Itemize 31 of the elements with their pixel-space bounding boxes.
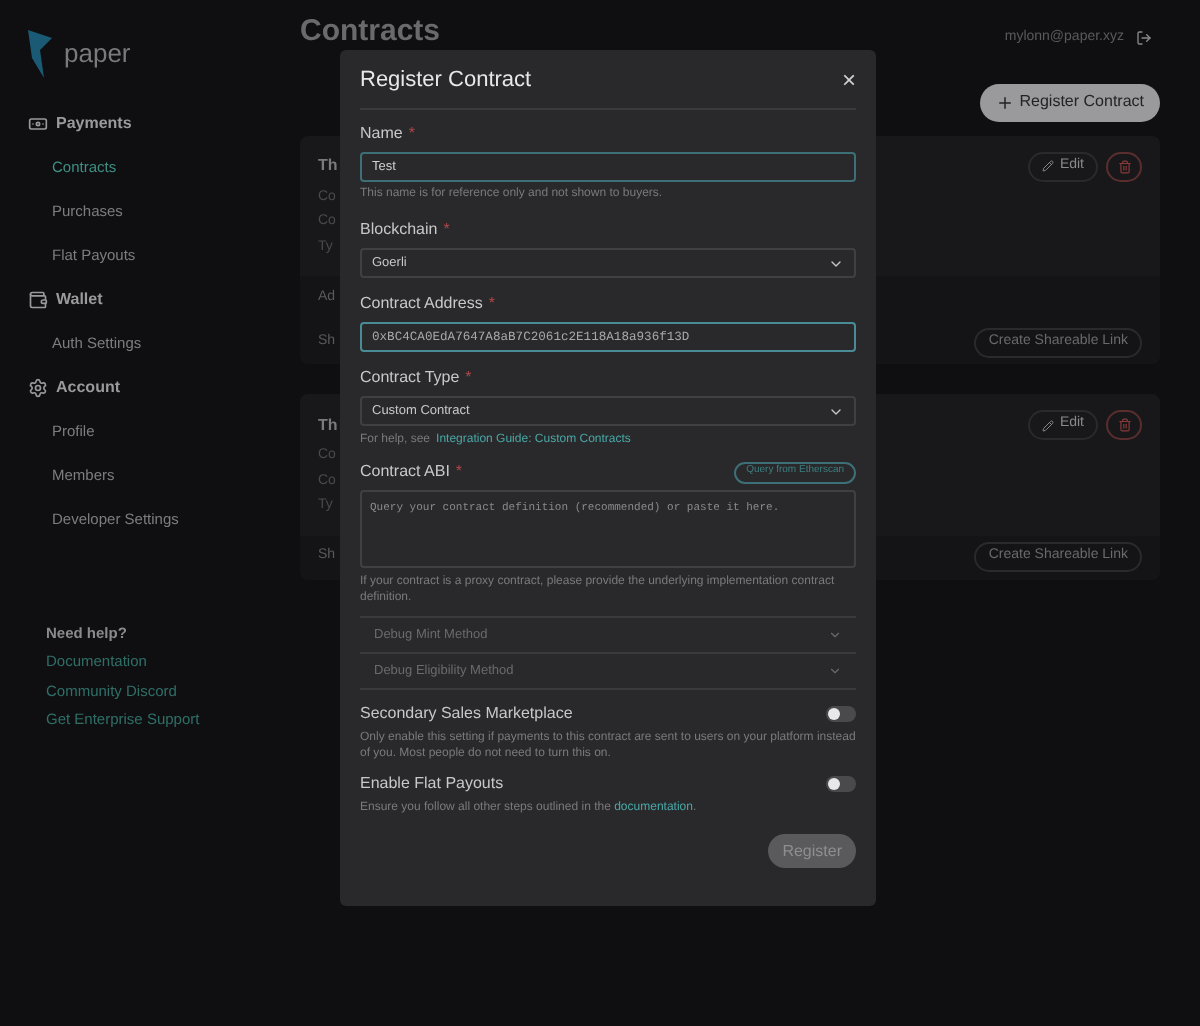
gear-icon <box>28 378 48 398</box>
field-label: Contract Type * <box>360 366 474 390</box>
wallet-icon <box>28 290 48 310</box>
section-title: Payments <box>56 112 132 136</box>
register-contract-button[interactable]: Register Contract <box>979 83 1160 121</box>
plus-icon <box>995 93 1014 111</box>
trash-icon <box>1117 159 1131 173</box>
field-label: Contract ABI * <box>360 460 463 484</box>
logo-icon <box>28 30 52 78</box>
field-label: Name * <box>360 122 417 146</box>
trash-icon <box>1117 418 1131 432</box>
chevron-down-icon <box>828 664 842 678</box>
page-title: Contracts <box>300 16 441 46</box>
brand-name: paper <box>64 36 131 73</box>
card-title: Th <box>318 413 338 437</box>
dialog-title: Register Contract <box>360 65 532 96</box>
section-title: Account <box>56 376 120 400</box>
field-label: Contract Address * <box>360 292 497 316</box>
section-title: Wallet <box>56 288 103 312</box>
toggle-label: Enable Flat Payouts <box>360 772 504 796</box>
close-button[interactable]: × <box>841 68 856 92</box>
field-label: Blockchain * <box>360 218 452 242</box>
card-title: Th <box>318 154 338 178</box>
toggle-switch[interactable] <box>826 706 856 722</box>
toggle-switch[interactable] <box>826 776 856 792</box>
banknote-icon <box>28 114 48 134</box>
pencil-icon <box>1041 160 1054 172</box>
pencil-icon <box>1041 419 1054 431</box>
chevron-down-icon <box>828 628 842 642</box>
logout-icon[interactable] <box>1136 30 1152 47</box>
toggle-label: Secondary Sales Marketplace <box>360 702 573 726</box>
